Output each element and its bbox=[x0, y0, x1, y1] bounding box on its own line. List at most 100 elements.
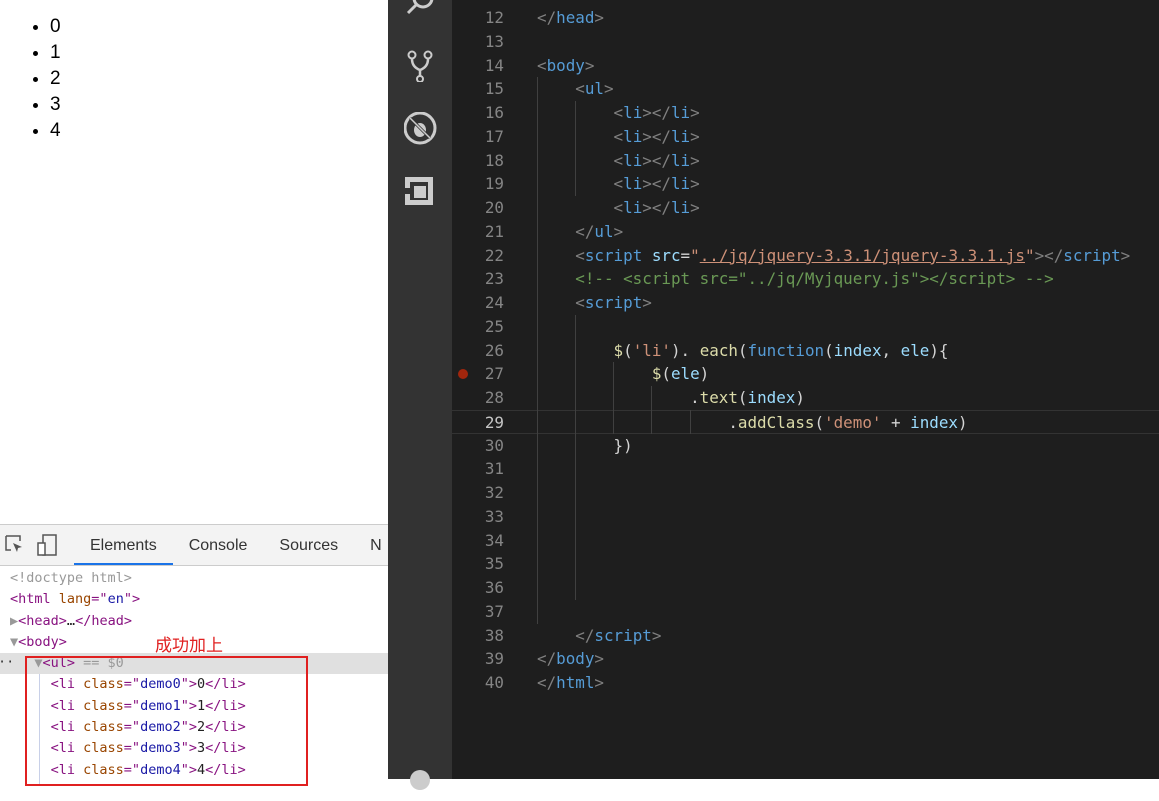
code-token: " bbox=[1024, 245, 1035, 265]
code-token: ul bbox=[584, 79, 604, 99]
code-token: function bbox=[747, 340, 825, 360]
code-token: ( bbox=[661, 364, 671, 384]
code-line[interactable]: 21 </ul> bbox=[452, 220, 1159, 244]
code-line[interactable]: 35 bbox=[452, 552, 1159, 576]
code-token: ele bbox=[670, 364, 700, 384]
list-item: 2 bbox=[50, 66, 61, 92]
code-line[interactable]: 34 bbox=[452, 529, 1159, 553]
code-token: </ bbox=[537, 649, 557, 669]
line-number: 23 bbox=[484, 269, 504, 289]
indent-guide bbox=[575, 314, 576, 600]
code-token: > bbox=[613, 221, 624, 241]
code-token: ). bbox=[670, 340, 700, 360]
code-token: > bbox=[1120, 245, 1131, 265]
code-token: li bbox=[670, 103, 691, 122]
code-text: <script src= "../jq/jquery-3.3.1/jquery-3… bbox=[537, 244, 1130, 268]
code-token: > bbox=[584, 55, 595, 75]
dom-node[interactable]: ▶<head>…</head> bbox=[0, 611, 388, 632]
code-token: text bbox=[699, 388, 738, 407]
line-number: 15 bbox=[484, 79, 504, 99]
indent-guide bbox=[575, 101, 576, 196]
code-line[interactable]: 16 <li></li> bbox=[452, 101, 1159, 125]
code-editor[interactable]: 12 </head> 13 14 <body> 15 <ul> 16 <li></li> 17… bbox=[452, 0, 1159, 779]
code-token: < bbox=[575, 245, 585, 265]
line-number: 30 bbox=[484, 435, 504, 455]
code-line[interactable]: 28 .text(index) bbox=[452, 386, 1159, 410]
line-number: 36 bbox=[484, 578, 504, 597]
number-list: 01234 bbox=[0, 14, 61, 144]
code-token: ) bbox=[699, 364, 710, 384]
code-token: ../jq/jquery-3.3.1/jquery-3.3.1.js bbox=[699, 245, 1025, 265]
inspect-element-icon[interactable] bbox=[4, 534, 26, 556]
code-line[interactable]: 19 <li></li> bbox=[452, 172, 1159, 196]
source-control-icon[interactable] bbox=[404, 50, 436, 83]
dom-token: en bbox=[107, 591, 124, 608]
code-line[interactable]: 40 </html> bbox=[452, 671, 1159, 695]
list-item: 4 bbox=[50, 118, 61, 144]
code-line[interactable]: 32 bbox=[452, 481, 1159, 505]
dom-node[interactable]: <!doctype html> bbox=[0, 568, 388, 589]
code-text: $(ele) bbox=[537, 362, 709, 386]
code-line[interactable]: 17 <li></li> bbox=[452, 125, 1159, 149]
code-text: </html> bbox=[537, 671, 604, 695]
code-token: < bbox=[613, 174, 624, 194]
code-token: > bbox=[594, 8, 604, 27]
search-icon[interactable] bbox=[404, 0, 436, 18]
code-line[interactable]: 31 bbox=[452, 457, 1159, 481]
code-token: script bbox=[584, 245, 643, 265]
code-line[interactable]: 23 <!-- <script src="../jq/Myjquery.js">… bbox=[452, 267, 1159, 291]
settings-icon[interactable] bbox=[404, 764, 436, 796]
tab-elements[interactable]: Elements bbox=[74, 525, 173, 565]
dom-token: <!doctype html> bbox=[10, 570, 132, 586]
code-token: ) bbox=[795, 388, 805, 407]
code-token: = bbox=[680, 245, 691, 265]
code-line[interactable]: 33 bbox=[452, 505, 1159, 529]
code-line[interactable]: 20 <li></li> bbox=[452, 196, 1159, 220]
line-number: 16 bbox=[484, 103, 504, 122]
code-text: }) bbox=[537, 434, 633, 458]
line-number: 13 bbox=[484, 31, 504, 51]
code-token: > bbox=[594, 649, 604, 669]
code-token: src bbox=[651, 245, 681, 265]
code-text: <li></li> bbox=[537, 196, 700, 220]
dom-token: ▶ bbox=[10, 612, 19, 629]
code-line[interactable]: 30 }) bbox=[452, 434, 1159, 458]
code-line[interactable]: 15 <ul> bbox=[452, 77, 1159, 101]
line-number: 20 bbox=[484, 198, 504, 217]
code-line[interactable]: 13 bbox=[452, 30, 1159, 54]
code-line[interactable]: 24 <script> bbox=[452, 291, 1159, 315]
code-line[interactable]: 38 </script> bbox=[452, 624, 1159, 648]
tab-console[interactable]: Console bbox=[173, 525, 264, 565]
code-line[interactable]: 36 bbox=[452, 576, 1159, 600]
code-line[interactable]: 26 $('li'). each(function(index, ele){ bbox=[452, 339, 1159, 363]
code-token: ></ bbox=[642, 126, 671, 146]
code-token: > bbox=[690, 150, 700, 170]
dom-token: lang bbox=[58, 591, 92, 608]
code-token: < bbox=[613, 150, 624, 170]
code-token: + bbox=[881, 412, 911, 432]
code-line[interactable]: 27 $(ele) bbox=[452, 362, 1159, 386]
debug-icon[interactable] bbox=[403, 111, 437, 145]
code-line[interactable]: 25 bbox=[452, 315, 1159, 339]
code-token: < bbox=[575, 79, 585, 99]
code-token: > bbox=[651, 625, 662, 645]
code-token: > bbox=[690, 126, 700, 146]
code-token: > bbox=[642, 293, 652, 312]
code-line[interactable]: 14 <body> bbox=[452, 54, 1159, 78]
dom-node[interactable]: <html lang="en"> bbox=[0, 589, 388, 610]
code-line[interactable]: 29 .addClass('demo' + index) bbox=[452, 409, 1159, 434]
line-number: 40 bbox=[484, 673, 504, 692]
code-token: < bbox=[575, 293, 585, 312]
code-line[interactable]: 22 <script src="../jq/jquery-3.3.1/jquer… bbox=[452, 244, 1159, 268]
dom-token: =" bbox=[91, 591, 108, 608]
code-text: </head> bbox=[537, 6, 604, 30]
code-line[interactable]: 39 </body> bbox=[452, 647, 1159, 671]
extensions-icon[interactable] bbox=[404, 176, 436, 208]
tab-sources[interactable]: Sources bbox=[263, 525, 354, 565]
code-line[interactable]: 18 <li></li> bbox=[452, 149, 1159, 173]
code-line[interactable]: 37 bbox=[452, 600, 1159, 624]
code-line[interactable]: 12 </head> bbox=[452, 6, 1159, 30]
device-toggle-icon[interactable] bbox=[36, 534, 58, 556]
dom-token: <head> bbox=[18, 612, 67, 629]
